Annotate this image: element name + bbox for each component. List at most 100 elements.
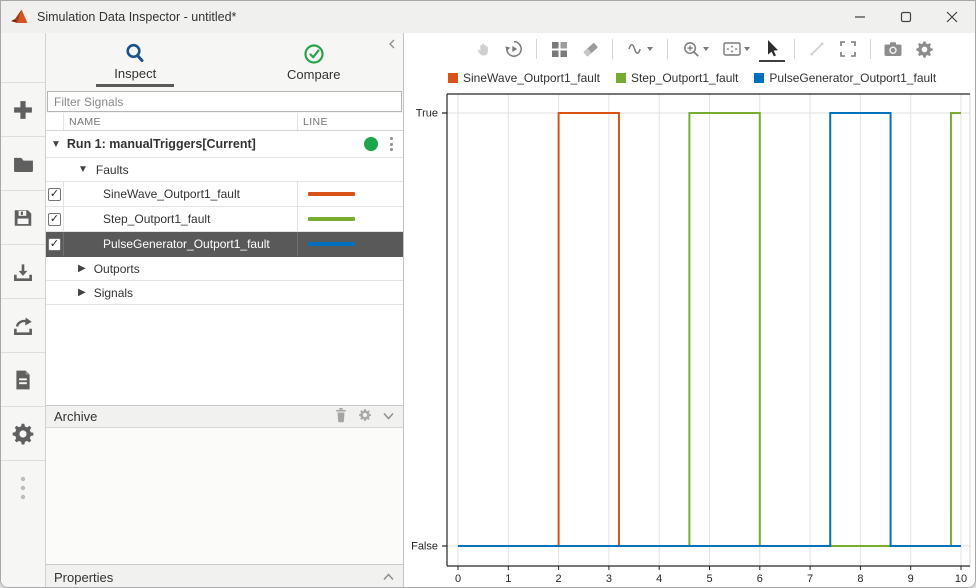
signal-row-step[interactable]: ✓ Step_Outport1_fault [46, 207, 403, 232]
signals-expand-twisty[interactable]: ▶ [78, 287, 86, 298]
svg-text:3: 3 [606, 573, 612, 585]
app-window: Simulation Data Inspector - untitled* [0, 0, 976, 588]
trash-icon [334, 407, 348, 423]
maximize-plot-button[interactable] [804, 36, 830, 62]
minimize-button[interactable] [837, 1, 883, 33]
save-button[interactable] [1, 191, 45, 245]
document-icon [12, 369, 34, 391]
table-header: NAME LINE [46, 113, 403, 131]
legend-item-step[interactable]: Step_Outport1_fault [616, 71, 738, 85]
hand-pan-icon [474, 40, 492, 58]
archive-collapse-button[interactable] [382, 409, 395, 424]
more-options-button[interactable] [1, 461, 45, 515]
archive-settings-button[interactable] [358, 408, 372, 425]
maximize-button[interactable] [883, 1, 929, 33]
step-line-cell[interactable] [297, 207, 403, 231]
toolbar-separator [612, 39, 613, 59]
run-expand-twisty[interactable]: ▼ [51, 139, 61, 150]
run-row[interactable]: ▼ Run 1: manualTriggers[Current] [46, 131, 403, 158]
preferences-button[interactable] [1, 407, 45, 461]
signal-row-sinewave[interactable]: ✓ SineWave_Outport1_fault [46, 182, 403, 207]
filter-signals-input[interactable] [47, 91, 402, 112]
plot-toolbar [404, 33, 975, 65]
zoom-in-dropdown[interactable] [677, 36, 713, 62]
plot-area[interactable]: TrueFalse012345678910 [404, 91, 975, 588]
properties-expand-button[interactable] [382, 570, 395, 585]
close-button[interactable] [929, 1, 975, 33]
signal-row-pulsegenerator[interactable]: ✓ PulseGenerator_Outport1_fault [46, 232, 403, 257]
export-button[interactable] [1, 299, 45, 353]
svg-text:5: 5 [706, 573, 712, 585]
sinewave-checkbox[interactable]: ✓ [48, 188, 61, 201]
faults-group-row[interactable]: ▼ Faults [46, 158, 403, 182]
toolbar-separator [536, 39, 537, 59]
pointer-tool-button[interactable] [759, 36, 785, 62]
sinewave-line-swatch [308, 192, 355, 196]
fit-to-view-dropdown[interactable] [718, 36, 754, 62]
zoom-in-icon [682, 40, 701, 59]
import-button[interactable] [1, 245, 45, 299]
properties-bar[interactable]: Properties [46, 564, 403, 588]
legend-label: PulseGenerator_Outport1_fault [769, 71, 936, 85]
open-button[interactable] [1, 137, 45, 191]
faults-expand-twisty[interactable]: ▼ [78, 164, 88, 175]
signal-panel: Inspect Compare N [46, 33, 404, 588]
plot-panel: SineWave_Outport1_fault Step_Outport1_fa… [404, 33, 975, 588]
add-button[interactable] [1, 83, 45, 137]
fit-to-view-icon [722, 40, 742, 58]
signals-group-row[interactable]: ▶ Signals [46, 281, 403, 305]
sidebar-spacer [1, 33, 45, 83]
tab-inspect[interactable]: Inspect [46, 33, 225, 91]
signal-chart[interactable]: TrueFalse012345678910 [404, 91, 976, 588]
step-check-cell: ✓ [46, 207, 64, 231]
svg-text:4: 4 [656, 573, 662, 585]
archive-label: Archive [54, 409, 334, 424]
signals-group-label: Signals [94, 286, 133, 300]
snapshot-button[interactable] [880, 36, 906, 62]
archive-delete-button[interactable] [334, 407, 348, 426]
report-button[interactable] [1, 353, 45, 407]
collapse-panel-button[interactable] [387, 37, 397, 55]
plus-icon [12, 99, 34, 121]
cursor-arrow-icon [764, 39, 781, 57]
pulsegenerator-line-swatch [308, 242, 355, 246]
faults-group-label: Faults [96, 163, 129, 177]
archive-bar[interactable]: Archive [46, 405, 403, 428]
window-title: Simulation Data Inspector - untitled* [37, 10, 837, 24]
header-line-column: LINE [297, 113, 403, 130]
svg-text:8: 8 [857, 573, 863, 585]
vertical-dots-icon [19, 475, 27, 501]
outports-expand-twisty[interactable]: ▶ [78, 263, 86, 274]
step-checkbox[interactable]: ✓ [48, 213, 61, 226]
replay-icon [504, 39, 524, 59]
clear-plots-button[interactable] [577, 36, 603, 62]
window-controls [837, 1, 975, 33]
sidebar [1, 33, 46, 588]
plot-settings-button[interactable] [911, 36, 937, 62]
signal-display-dropdown[interactable] [622, 36, 658, 62]
run-label: Run 1: manualTriggers[Current] [67, 137, 364, 151]
legend-item-pulsegenerator[interactable]: PulseGenerator_Outport1_fault [754, 71, 936, 85]
pulsegenerator-checkbox[interactable]: ✓ [48, 238, 61, 251]
run-menu-button[interactable] [388, 135, 395, 153]
archive-empty-space [46, 428, 403, 564]
dropdown-caret-icon [703, 47, 709, 51]
chevron-down-icon [382, 411, 395, 421]
outports-group-label: Outports [94, 262, 140, 276]
sinewave-line-cell[interactable] [297, 182, 403, 206]
legend-swatch [616, 73, 626, 83]
outports-group-row[interactable]: ▶ Outports [46, 257, 403, 281]
fullscreen-button[interactable] [835, 36, 861, 62]
layout-button[interactable] [546, 36, 572, 62]
pan-tool-button[interactable] [470, 36, 496, 62]
matlab-logo-icon [11, 9, 29, 25]
svg-text:10: 10 [955, 573, 967, 585]
pulsegenerator-line-cell[interactable] [297, 232, 403, 256]
dropdown-caret-icon [744, 47, 750, 51]
tab-compare[interactable]: Compare [225, 33, 404, 91]
gear-icon [915, 40, 934, 59]
replay-button[interactable] [501, 36, 527, 62]
svg-text:False: False [411, 541, 438, 553]
svg-text:6: 6 [757, 573, 763, 585]
legend-item-sinewave[interactable]: SineWave_Outport1_fault [448, 71, 600, 85]
